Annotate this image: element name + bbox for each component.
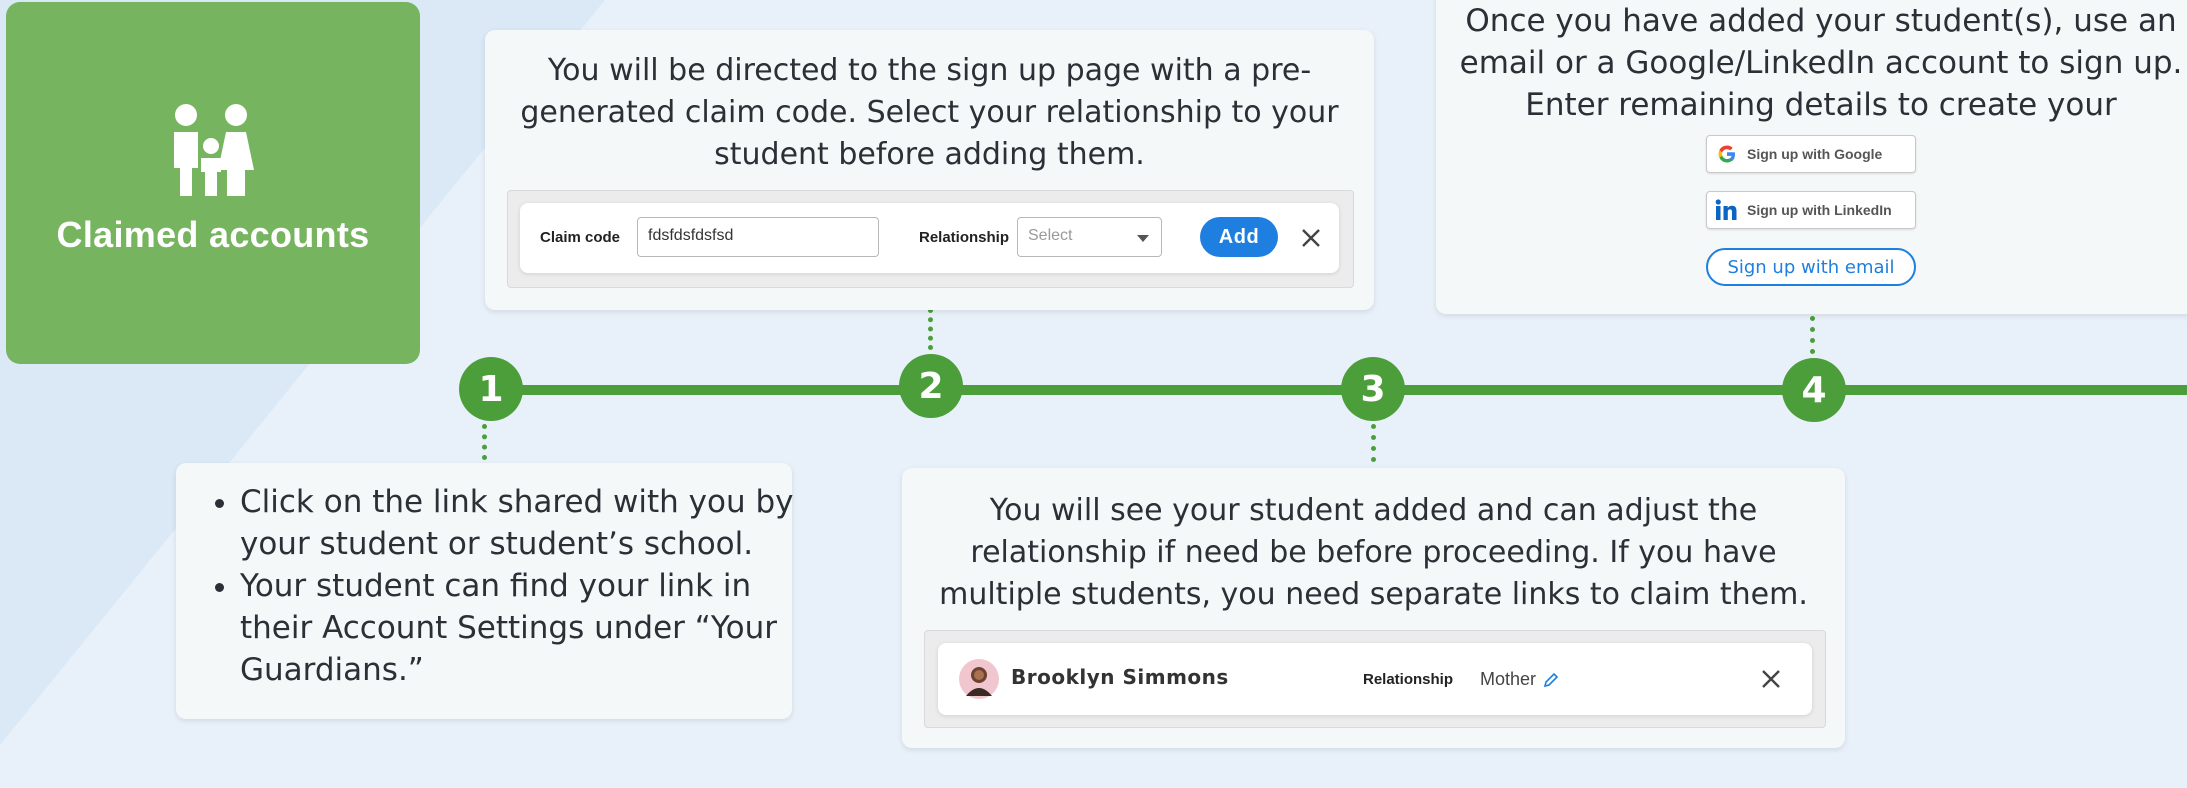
add-button[interactable]: Add [1200, 217, 1278, 257]
step-1-connector [482, 424, 493, 460]
step-2-text: You will be directed to the sign up page… [520, 53, 1339, 172]
relationship-select[interactable]: Select [1017, 217, 1162, 257]
claim-form-panel: Claim code fdsfdsfdsfsd Relationship Sel… [507, 190, 1354, 288]
relationship-label: Relationship [919, 229, 1010, 246]
step-4-connector [1810, 316, 1821, 354]
timeline-line [490, 385, 2187, 395]
claim-code-label: Claim code [540, 229, 621, 246]
step-2-card: You will be directed to the sign up page… [485, 30, 1374, 310]
step-2-marker: 2 [899, 354, 963, 418]
linkedin-signup-button[interactable]: Sign up with LinkedIn [1706, 191, 1916, 229]
relationship-label: Relationship [1363, 671, 1454, 688]
email-signup-button[interactable]: Sign up with email [1706, 248, 1916, 286]
close-icon[interactable] [1300, 227, 1322, 249]
step-3-marker: 3 [1341, 357, 1405, 421]
claim-code-input[interactable]: fdsfdsfdsfsd [637, 217, 879, 257]
google-icon [1707, 143, 1747, 165]
step-3-text: You will see your student added and can … [939, 493, 1808, 612]
student-row: Brooklyn Simmons Relationship Mother [938, 643, 1812, 715]
relationship-value[interactable]: Mother [1480, 669, 1536, 690]
step-1-bullets: Click on the link shared with you by you… [192, 481, 800, 691]
step-1-bullet: Click on the link shared with you by you… [240, 481, 800, 565]
google-signup-label: Sign up with Google [1747, 146, 1883, 162]
step-2-connector [928, 308, 939, 350]
student-name: Brooklyn Simmons [1011, 665, 1229, 689]
claim-form: Claim code fdsfdsfdsfsd Relationship Sel… [520, 203, 1339, 273]
step-3-connector [1371, 424, 1382, 462]
student-panel: Brooklyn Simmons Relationship Mother [924, 630, 1826, 728]
linkedin-icon [1707, 199, 1747, 221]
step-1-bullet: Your student can find your link in their… [240, 565, 800, 691]
family-icon [174, 104, 254, 196]
step-4-marker: 4 [1782, 358, 1846, 422]
linkedin-signup-label: Sign up with LinkedIn [1747, 202, 1892, 218]
pencil-icon[interactable] [1543, 672, 1559, 688]
relationship-placeholder: Select [1028, 227, 1073, 244]
google-signup-button[interactable]: Sign up with Google [1706, 135, 1916, 173]
step-1-card: Click on the link shared with you by you… [176, 463, 794, 719]
step-1-marker: 1 [459, 357, 523, 421]
remove-student-icon[interactable] [1760, 668, 1782, 690]
chevron-down-icon [1137, 235, 1149, 242]
step-4-card: Once you have added your student(s), use… [1436, 0, 2187, 314]
claimed-accounts-tile: Claimed accounts [6, 2, 420, 364]
avatar [959, 659, 999, 699]
step-3-card: You will see your student added and can … [902, 468, 1845, 748]
hero-title: Claimed accounts [56, 214, 370, 255]
